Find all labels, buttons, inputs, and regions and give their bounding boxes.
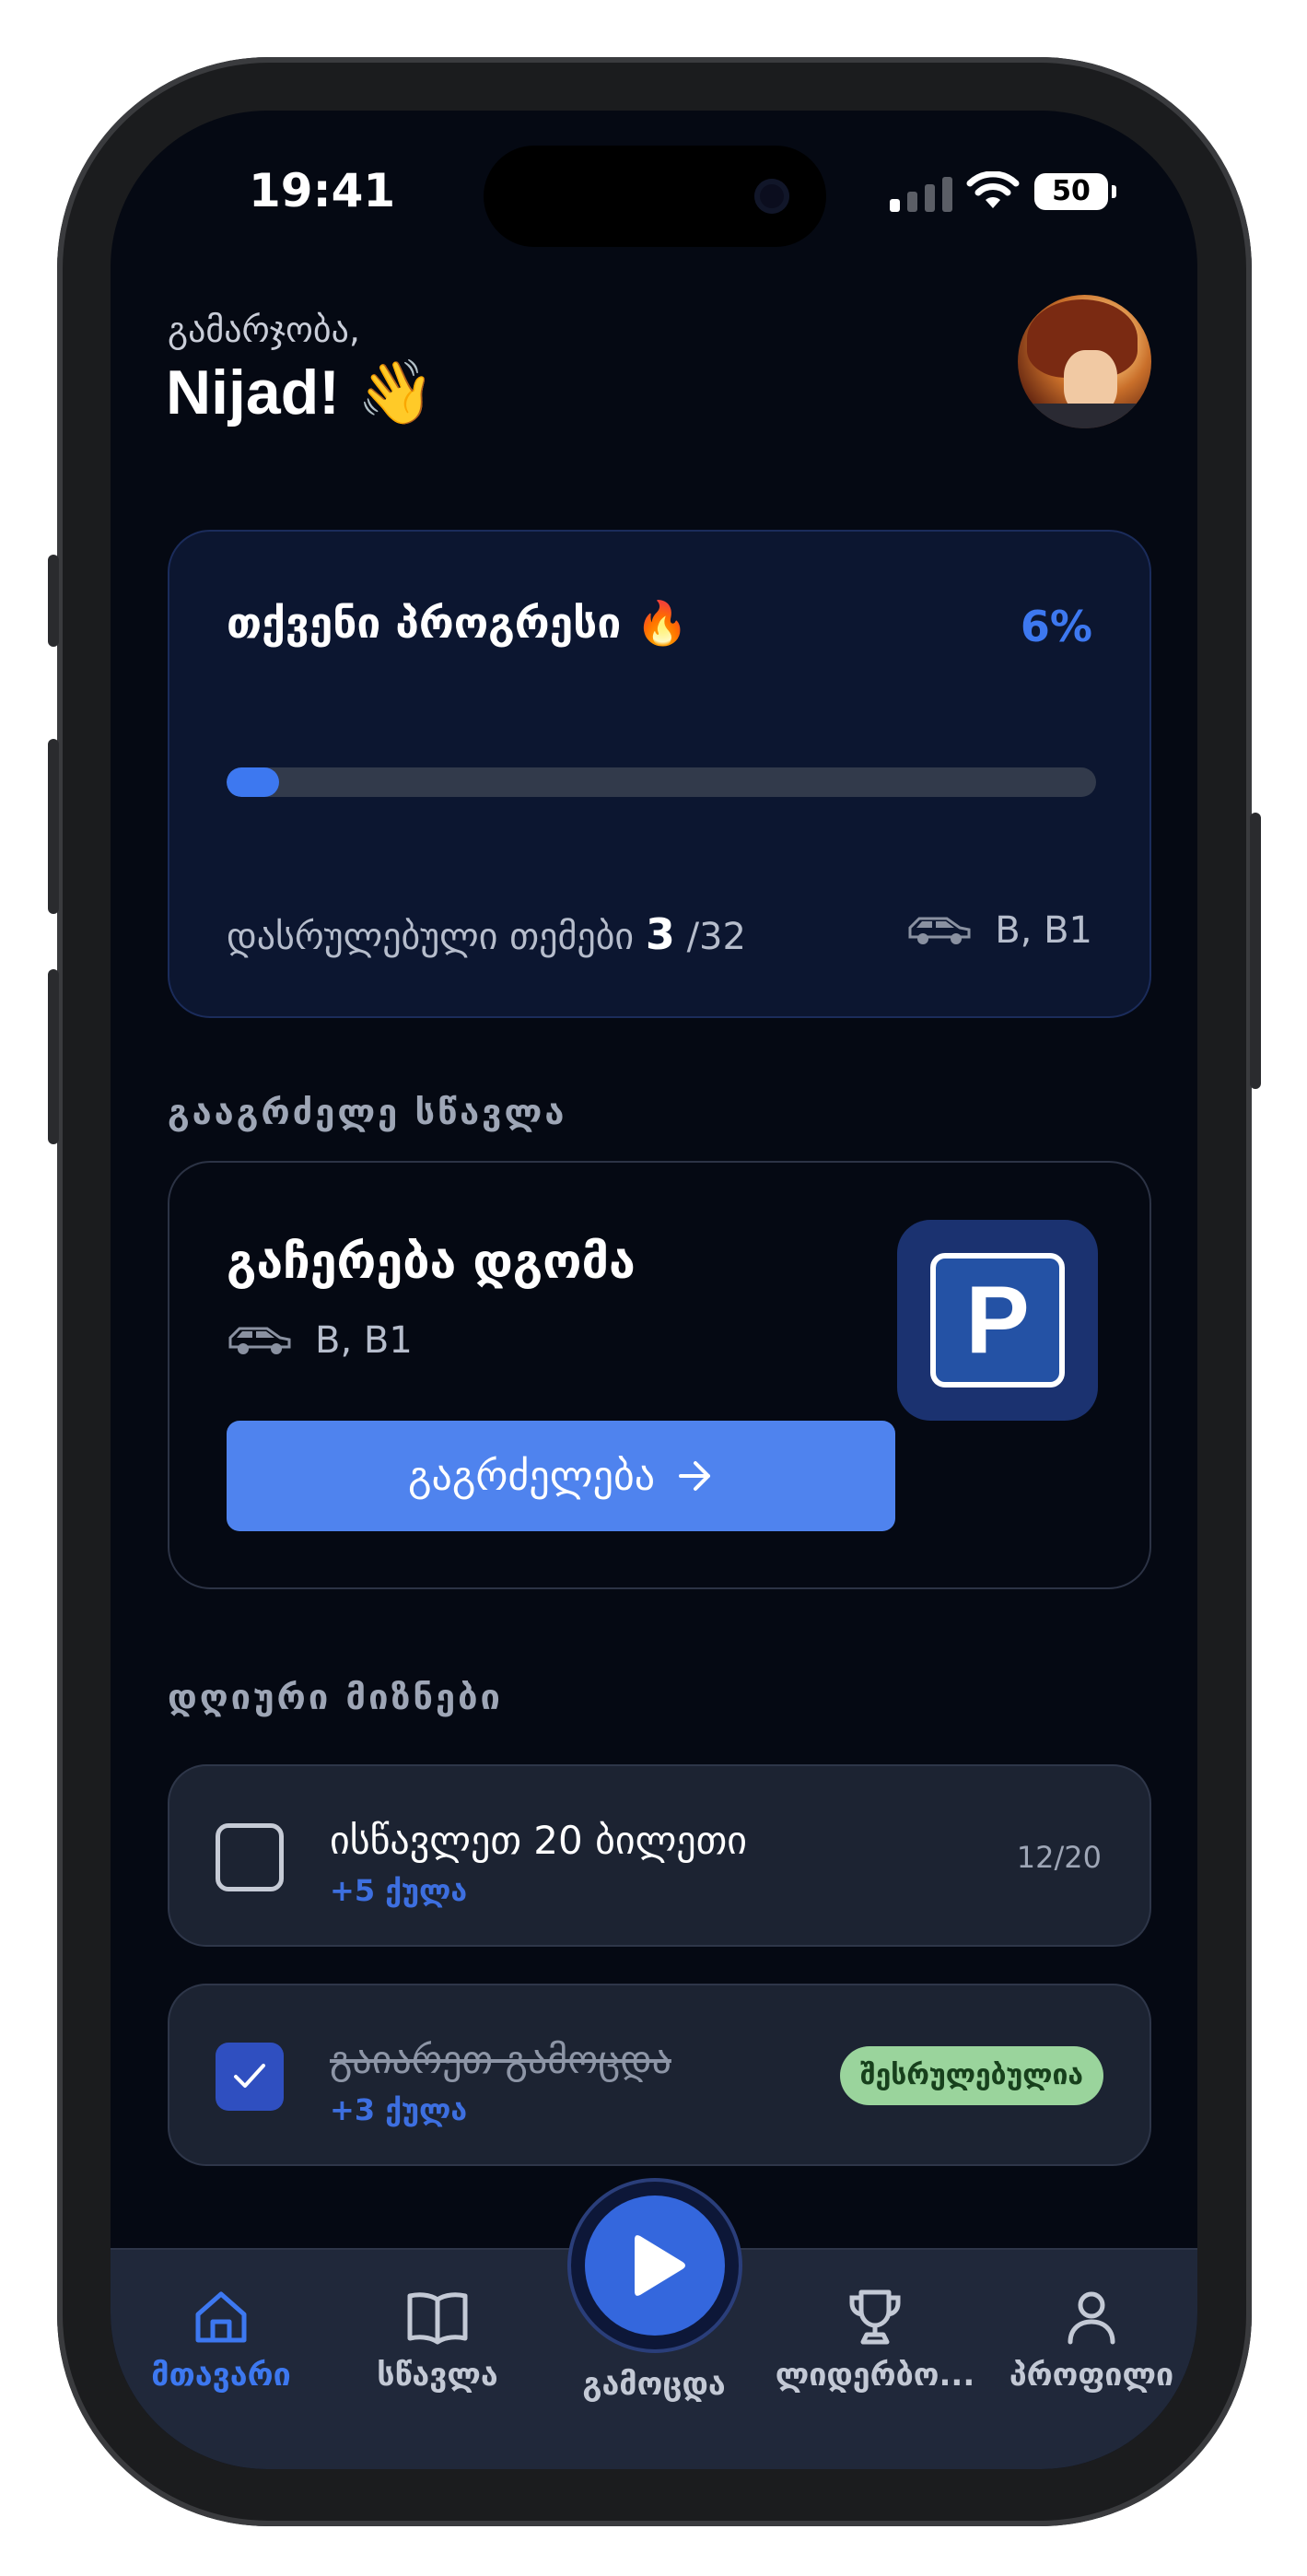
car-icon bbox=[228, 1327, 291, 1354]
dynamic-island bbox=[484, 146, 826, 247]
lesson-category: B, B1 bbox=[227, 1319, 413, 1362]
goal-name: გაიარეთ გამოცდა bbox=[330, 2037, 671, 2082]
goal-name: ისწავლეთ 20 ბილეთი bbox=[330, 1818, 747, 1863]
tab-leaderboard-label: ლიდერბო... bbox=[775, 2357, 975, 2394]
goal-item[interactable]: გაიარეთ გამოცდა +3 ქულა შესრულებულია bbox=[168, 1984, 1151, 2166]
tab-learn[interactable]: სწავლა bbox=[336, 2287, 539, 2394]
progress-percent: 6% bbox=[1020, 602, 1092, 651]
user-name: Nijad! 👋 bbox=[166, 357, 436, 427]
action-button bbox=[48, 555, 59, 647]
continue-section-label: გააგრძელე სწავლა bbox=[168, 1092, 567, 1132]
volume-down-button bbox=[48, 969, 59, 1144]
tab-leaderboard[interactable]: ლიდერბო... bbox=[774, 2287, 976, 2394]
status-time: 19:41 bbox=[249, 164, 396, 217]
lesson-category-label: B, B1 bbox=[315, 1319, 413, 1362]
cellular-signal-icon bbox=[890, 177, 952, 212]
play-icon bbox=[635, 2235, 685, 2296]
car-icon bbox=[908, 917, 971, 944]
progress-title: თქვენი პროგრესი 🔥 bbox=[227, 598, 689, 648]
power-button bbox=[1250, 813, 1261, 1089]
user-icon bbox=[1068, 2291, 1115, 2345]
tab-profile-label: პროფილი bbox=[1009, 2357, 1174, 2394]
goal-progress: 12/20 bbox=[1016, 1840, 1102, 1875]
daily-goals-label: დღიური მიზნები bbox=[168, 1677, 503, 1717]
home-icon bbox=[195, 2291, 247, 2343]
goal-points: +5 ქულა bbox=[330, 1873, 468, 1908]
status-badge: შესრულებულია bbox=[840, 2046, 1103, 2105]
goal-item[interactable]: ისწავლეთ 20 ბილეთი +5 ქულა 12/20 bbox=[168, 1764, 1151, 1947]
completed-topics-count: 3 bbox=[645, 909, 675, 959]
lesson-title: გაჩერება დგომა bbox=[227, 1235, 636, 1290]
progress-bar bbox=[227, 767, 1096, 797]
goal-checkbox[interactable] bbox=[216, 1823, 284, 1891]
continue-button-label: გაგრძელება bbox=[407, 1452, 656, 1500]
arrow-right-icon bbox=[679, 1461, 711, 1491]
tab-home-label: მთავარი bbox=[151, 2357, 291, 2394]
progress-bar-fill bbox=[227, 767, 279, 797]
avatar[interactable] bbox=[1018, 295, 1151, 428]
greeting-text: გამარჯობა, bbox=[168, 310, 360, 350]
goal-checkbox-checked[interactable] bbox=[216, 2043, 284, 2111]
book-icon bbox=[407, 2292, 468, 2345]
battery-indicator: 50 bbox=[1034, 173, 1116, 210]
goal-points: +3 ქულა bbox=[330, 2092, 468, 2127]
completed-topics-total: /32 bbox=[686, 916, 746, 958]
completed-topics-label: დასრულებული თემები bbox=[227, 916, 635, 958]
camera-icon bbox=[754, 179, 789, 214]
checkmark-icon bbox=[234, 2064, 265, 2088]
tab-exam-label: გამოცდა bbox=[582, 2366, 726, 2403]
parking-sign-icon: P bbox=[897, 1220, 1098, 1421]
tab-profile[interactable]: პროფილი bbox=[990, 2287, 1193, 2394]
wifi-icon bbox=[966, 171, 1020, 208]
progress-card: თქვენი პროგრესი 🔥 6% დასრულებული თემები … bbox=[168, 530, 1151, 1018]
tab-home[interactable]: მთავარი bbox=[120, 2287, 322, 2394]
exam-play-button[interactable] bbox=[585, 2195, 725, 2336]
tab-learn-label: სწავლა bbox=[377, 2357, 498, 2394]
trophy-icon bbox=[849, 2289, 901, 2345]
volume-up-button bbox=[48, 739, 59, 914]
continue-card[interactable]: გაჩერება დგომა B, B1 P გაგრძელება bbox=[168, 1161, 1151, 1589]
license-category-label: B, B1 bbox=[995, 909, 1092, 952]
app-screen: 19:41 50 გამარჯობა, Nijad! 👋 თქვენი პროგ… bbox=[111, 111, 1197, 2469]
continue-button[interactable]: გაგრძელება bbox=[227, 1421, 895, 1531]
completed-topics: დასრულებული თემები 3 /32 bbox=[227, 909, 746, 959]
parking-sign-letter: P bbox=[930, 1253, 1065, 1388]
license-category: B, B1 bbox=[906, 909, 1092, 952]
